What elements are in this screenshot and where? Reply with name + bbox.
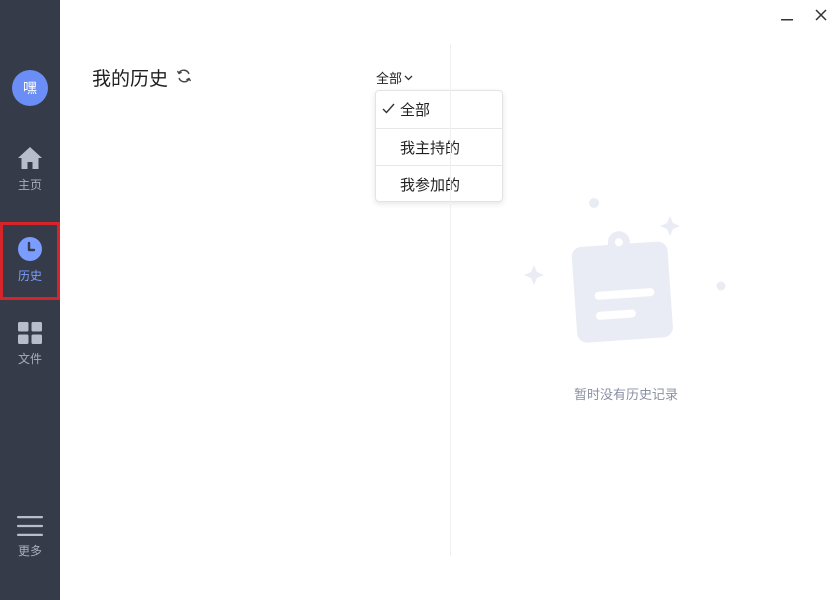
sidebar-item-files[interactable]: 文件 (0, 322, 60, 367)
grid-icon (18, 322, 42, 344)
sidebar-item-home[interactable]: 主页 (0, 146, 60, 193)
sidebar-item-history[interactable]: 历史 (0, 222, 60, 300)
dropdown-option-joined[interactable]: 我参加的 (376, 165, 502, 202)
page-title: 我的历史 (92, 68, 169, 90)
close-button[interactable] (810, 4, 832, 26)
dropdown-option-all[interactable]: 全部 (376, 91, 502, 128)
minimize-icon (781, 19, 793, 21)
filter-dropdown-menu: 全部 我主持的 我参加的 (375, 90, 503, 202)
check-icon (382, 103, 395, 114)
close-icon (815, 9, 827, 21)
dropdown-option-label: 全部 (400, 101, 431, 119)
sidebar: 嘿 主页 历史 文件 更多 (0, 0, 60, 600)
dropdown-option-label: 我主持的 (400, 138, 461, 157)
empty-state-text: 暂时没有历史记录 (573, 388, 678, 403)
sidebar-item-label: 文件 (17, 352, 42, 366)
dropdown-option-hosted[interactable]: 我主持的 (376, 128, 502, 165)
chevron-down-icon (404, 75, 413, 80)
empty-clipboard-icon (524, 198, 726, 343)
sidebar-item-label: 历史 (17, 269, 42, 283)
minimize-button[interactable] (776, 4, 798, 26)
sidebar-item-label: 主页 (17, 178, 42, 192)
menu-icon (17, 516, 43, 536)
sidebar-item-more[interactable]: 更多 (0, 516, 60, 559)
home-icon (18, 147, 42, 169)
dropdown-option-label: 我参加的 (400, 175, 461, 194)
avatar-text: 嘿 (23, 81, 37, 97)
panel-divider (450, 44, 451, 556)
refresh-icon[interactable] (176, 68, 192, 84)
filter-dropdown-toggle[interactable]: 全部 (376, 68, 413, 87)
clock-icon (18, 237, 42, 261)
sidebar-item-label: 更多 (17, 544, 42, 558)
avatar[interactable]: 嘿 (12, 70, 48, 106)
filter-label: 全部 (376, 72, 403, 87)
